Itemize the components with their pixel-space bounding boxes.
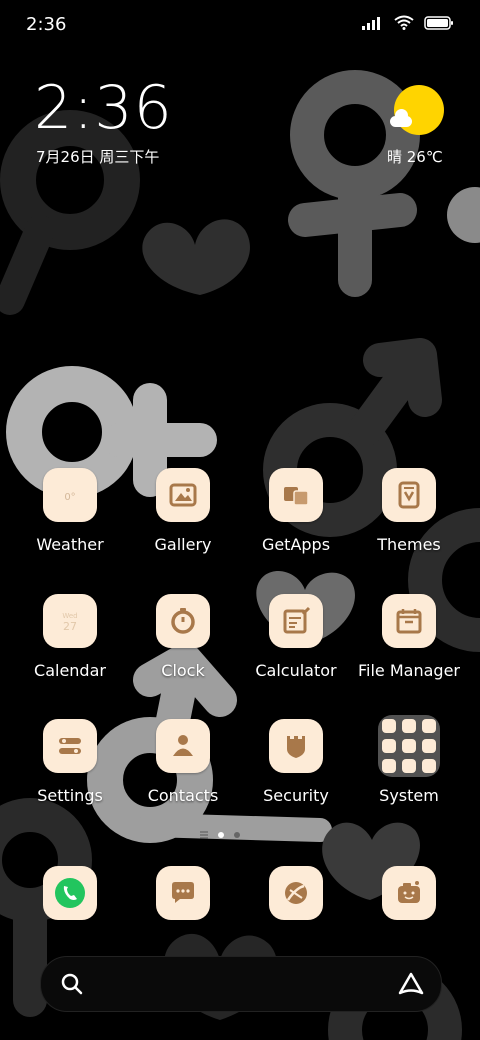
- file-manager-icon: [382, 594, 436, 648]
- themes-icon: [382, 468, 436, 522]
- clock-widget-date: 7月26日 周三下午: [36, 148, 160, 166]
- app-label: Clock: [161, 661, 205, 680]
- app-label: Security: [263, 786, 329, 805]
- battery-icon: [424, 15, 453, 30]
- app-file-manager[interactable]: File Manager: [352, 594, 466, 680]
- page-dot-active: [218, 832, 224, 838]
- messages-icon: [156, 866, 210, 920]
- camera-icon: [382, 866, 436, 920]
- svg-text:0°: 0°: [64, 492, 75, 503]
- app-label: Themes: [377, 535, 441, 554]
- search-icon: [61, 973, 83, 995]
- app-themes[interactable]: Themes: [352, 468, 466, 554]
- search-bar[interactable]: [40, 956, 442, 1012]
- contacts-icon: [156, 719, 210, 773]
- app-label: Calculator: [255, 661, 337, 680]
- app-label: Weather: [36, 535, 104, 554]
- svg-text:27: 27: [63, 620, 77, 633]
- weather-widget-text: 晴 26℃: [387, 148, 443, 166]
- security-icon: [269, 719, 323, 773]
- app-calculator[interactable]: Calculator: [239, 594, 353, 680]
- app-calendar[interactable]: Wed 27 Calendar: [13, 594, 127, 680]
- signal-icon: [362, 16, 380, 30]
- page-indicator[interactable]: [200, 831, 240, 839]
- clock-icon: [156, 594, 210, 648]
- app-list-icon: [200, 831, 208, 839]
- app-label: Gallery: [154, 535, 212, 554]
- app-gallery[interactable]: Gallery: [126, 468, 240, 554]
- app-label: File Manager: [358, 661, 460, 680]
- folder-system[interactable]: System: [352, 715, 466, 805]
- assistant-icon[interactable]: [397, 971, 425, 997]
- wifi-icon: [394, 15, 414, 30]
- weather-icon: 0°: [43, 468, 97, 522]
- app-label: Contacts: [147, 786, 219, 805]
- app-getapps[interactable]: GetApps: [239, 468, 353, 554]
- getapps-icon: [269, 468, 323, 522]
- status-time: 2:36: [26, 14, 67, 35]
- dock-camera[interactable]: [352, 866, 466, 920]
- phone-icon: [43, 866, 97, 920]
- svg-text:Wed: Wed: [62, 612, 77, 620]
- calendar-icon: Wed 27: [43, 594, 97, 648]
- page-dot: [234, 832, 240, 838]
- app-clock[interactable]: Clock: [126, 594, 240, 680]
- status-bar: 2:36: [0, 0, 480, 50]
- gallery-icon: [156, 468, 210, 522]
- dock-browser[interactable]: [239, 866, 353, 920]
- dock-messages[interactable]: [126, 866, 240, 920]
- app-settings[interactable]: Settings: [13, 719, 127, 805]
- app-label: System: [379, 786, 439, 805]
- calculator-icon: [269, 594, 323, 648]
- app-label: Calendar: [34, 661, 106, 680]
- app-label: Settings: [37, 786, 103, 805]
- app-contacts[interactable]: Contacts: [126, 719, 240, 805]
- browser-icon: [269, 866, 323, 920]
- app-security[interactable]: Security: [239, 719, 353, 805]
- clock-widget-time[interactable]: 2:36: [34, 78, 173, 138]
- settings-icon: [43, 719, 97, 773]
- weather-widget[interactable]: 晴 26℃: [382, 82, 452, 168]
- cloud-icon: [390, 109, 412, 127]
- folder-icon: [378, 715, 440, 777]
- app-weather[interactable]: 0° Weather: [13, 468, 127, 554]
- dock-phone[interactable]: [13, 866, 127, 920]
- app-label: GetApps: [261, 535, 331, 554]
